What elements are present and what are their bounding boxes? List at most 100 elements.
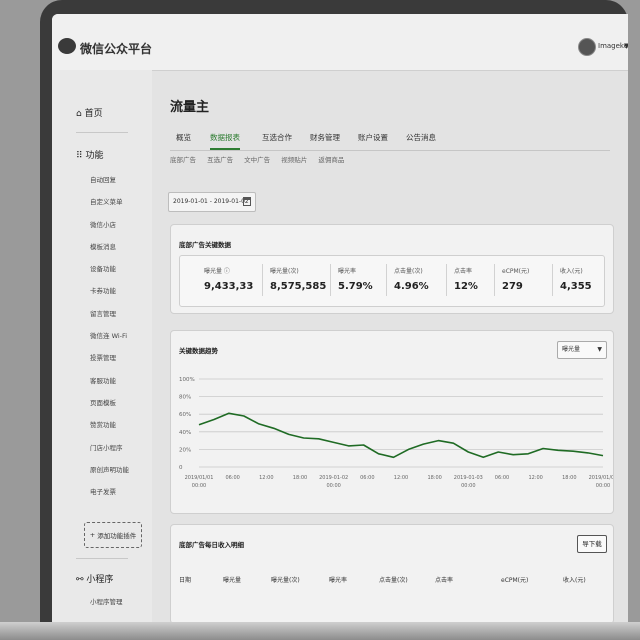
tab-mutual-selection[interactable]: 互选合作 (262, 132, 292, 143)
subtab-bar: 底部广告 互选广告 文中广告 视频贴片 返佣商品 (170, 154, 353, 164)
y-tick-label: 0 (179, 465, 183, 471)
metric-select-value: 曝光量 (562, 346, 581, 353)
kpi-item: 收入(元) 4,355 (560, 266, 592, 292)
sidebar-item[interactable]: 卡券功能 (90, 285, 129, 307)
subtab-mutual-ad[interactable]: 互选广告 (207, 156, 233, 164)
sidebar-item[interactable]: 页面模板 (90, 397, 129, 419)
table-header[interactable]: eCPM(元) (501, 575, 528, 584)
divider (76, 558, 128, 559)
sidebar-item[interactable]: 模板消息 (90, 241, 129, 263)
tab-data-report[interactable]: 数据报表 (210, 132, 240, 150)
sidebar-item[interactable]: 微信小店 (90, 219, 129, 241)
table-header[interactable]: 曝光率 (329, 575, 347, 584)
metric-select[interactable]: 曝光量 ▼ (557, 341, 607, 359)
x-tick-label: 2019-01-03 (454, 475, 483, 481)
sidebar: ⌂ 首页 ⠿ 功能 自动回复 自定义菜单 微信小店 模板消息 设备功能 卡券功能… (52, 70, 152, 622)
kpi-value: 9,433,33 (204, 281, 254, 292)
x-tick-label: 2019/01/01 (185, 475, 214, 481)
table-header[interactable]: 点击率 (435, 575, 453, 584)
sidebar-item[interactable]: 电子发票 (90, 486, 129, 508)
sidebar-item-home[interactable]: ⌂ 首页 (76, 106, 103, 119)
caret-down-icon[interactable]: ▼ (624, 42, 628, 50)
table-header[interactable]: 点击量(次) (379, 575, 408, 584)
sidebar-item[interactable]: 赞赏功能 (90, 419, 129, 441)
x-tick-label: 12:00 (259, 475, 273, 481)
kpi-value: 4.96% (394, 281, 429, 292)
sidebar-item[interactable]: 原创声明功能 (90, 464, 129, 486)
sidebar-item[interactable]: 自动回复 (90, 174, 129, 196)
y-tick-label: 80% (179, 395, 191, 401)
daily-income-card: 底部广告每日收入明细 导下载 日期 曝光量 曝光量(次) 曝光率 点击量(次) … (170, 524, 614, 622)
date-range-picker[interactable]: 2019-01-01 - 2019-01-02 (168, 192, 256, 212)
calendar-icon (243, 197, 251, 206)
kpi-label: 曝光量 ⓘ (204, 268, 230, 275)
kpi-value: 279 (502, 281, 523, 292)
export-button[interactable]: 导下载 (577, 535, 607, 553)
kpi-label: eCPM(元) (502, 268, 530, 275)
subtab-bottom-ad[interactable]: 底部广告 (170, 156, 196, 164)
x-tick-label: 00:00 (461, 483, 475, 489)
kpi-value: 4,355 (560, 281, 592, 292)
sidebar-item[interactable]: 客服功能 (90, 375, 129, 397)
sidebar-item-mini-program-manage[interactable]: 小程序管理 (90, 596, 123, 606)
kpi-value: 12% (454, 281, 478, 292)
kpi-item: 曝光量 ⓘ 9,433,33 (204, 266, 253, 292)
sidebar-item[interactable]: 自定义菜单 (90, 196, 129, 218)
kpi-value: 5.79% (338, 281, 373, 292)
add-plugin-button[interactable]: + 添加功能插件 (84, 522, 142, 548)
tab-account-settings[interactable]: 账户设置 (358, 132, 388, 143)
divider (262, 264, 263, 296)
kpi-label: 点击率 (454, 268, 473, 275)
mini-program-label: 小程序 (86, 575, 114, 585)
screen: 微信公众平台 Imagekey ▼ ⌂ 首页 ⠿ 功能 自动回复 自定义菜单 微… (52, 14, 628, 622)
laptop-base (0, 622, 640, 640)
sidebar-section-mini-program[interactable]: ⚯ 小程序 (76, 572, 113, 585)
kpi-item: eCPM(元) 279 (502, 266, 529, 292)
trend-chart: 100% 80% 60% 40% 20% 02019/01/01 00:00 06:00 12:… (179, 377, 613, 489)
subtab-in-article-ad[interactable]: 文中广告 (244, 156, 270, 164)
wechat-logo-icon (58, 38, 76, 54)
sidebar-item[interactable]: 微信连 Wi-Fi (90, 330, 129, 352)
table-header[interactable]: 曝光量 (223, 575, 241, 584)
kpi-label: 收入(元) (560, 268, 583, 275)
avatar[interactable] (578, 38, 596, 56)
kpi-item: 点击率 12% (454, 266, 478, 292)
sidebar-section-functions: ⠿ 功能 (76, 148, 103, 161)
tab-bar: 概览 数据报表 互选合作 财务管理 账户设置 公告消息 (170, 128, 610, 151)
top-bar: 微信公众平台 Imagekey ▼ (52, 14, 628, 71)
kpi-label: 点击量(次) (394, 268, 423, 275)
sidebar-function-list: 自动回复 自定义菜单 微信小店 模板消息 设备功能 卡券功能 留言管理 微信连 … (90, 174, 129, 508)
page-title: 流量主 (170, 100, 210, 115)
tab-announcements[interactable]: 公告消息 (406, 132, 436, 143)
tab-finance[interactable]: 财务管理 (310, 132, 340, 143)
sidebar-item[interactable]: 门店小程序 (90, 442, 129, 464)
tab-overview[interactable]: 概览 (176, 132, 191, 143)
sidebar-item[interactable]: 投票管理 (90, 352, 129, 374)
table-card-title: 底部广告每日收入明细 (179, 541, 244, 549)
subtab-commission[interactable]: 返佣商品 (318, 156, 344, 164)
y-tick-label: 60% (179, 412, 191, 418)
kpi-label: 曝光量(次) (270, 268, 299, 275)
x-tick-label: 06:00 (495, 475, 509, 481)
divider (386, 264, 387, 296)
app-name[interactable]: 微信公众平台 (80, 40, 152, 57)
kpi-item: 点击量(次) 4.96% (394, 266, 429, 292)
y-tick-label: 40% (179, 430, 191, 436)
table-header[interactable]: 日期 (179, 575, 191, 584)
add-plugin-label: 添加功能插件 (97, 532, 137, 540)
divider (494, 264, 495, 296)
trend-card-title: 关键数据趋势 (179, 347, 218, 355)
divider (330, 264, 331, 296)
sidebar-functions-label: 功能 (85, 151, 104, 161)
sidebar-item[interactable]: 设备功能 (90, 263, 129, 285)
kpi-label: 曝光率 (338, 268, 357, 275)
x-tick-label: 2019/01/04 (589, 475, 613, 481)
kpi-card-title: 底部广告关键数据 (179, 241, 231, 249)
y-tick-label: 100% (179, 377, 195, 383)
table-header[interactable]: 收入(元) (563, 575, 586, 584)
table-header[interactable]: 曝光量(次) (271, 575, 300, 584)
x-tick-label: 00:00 (326, 483, 340, 489)
sidebar-item[interactable]: 留言管理 (90, 308, 129, 330)
x-tick-label: 18:00 (293, 475, 307, 481)
subtab-video-ad[interactable]: 视频贴片 (281, 156, 307, 164)
